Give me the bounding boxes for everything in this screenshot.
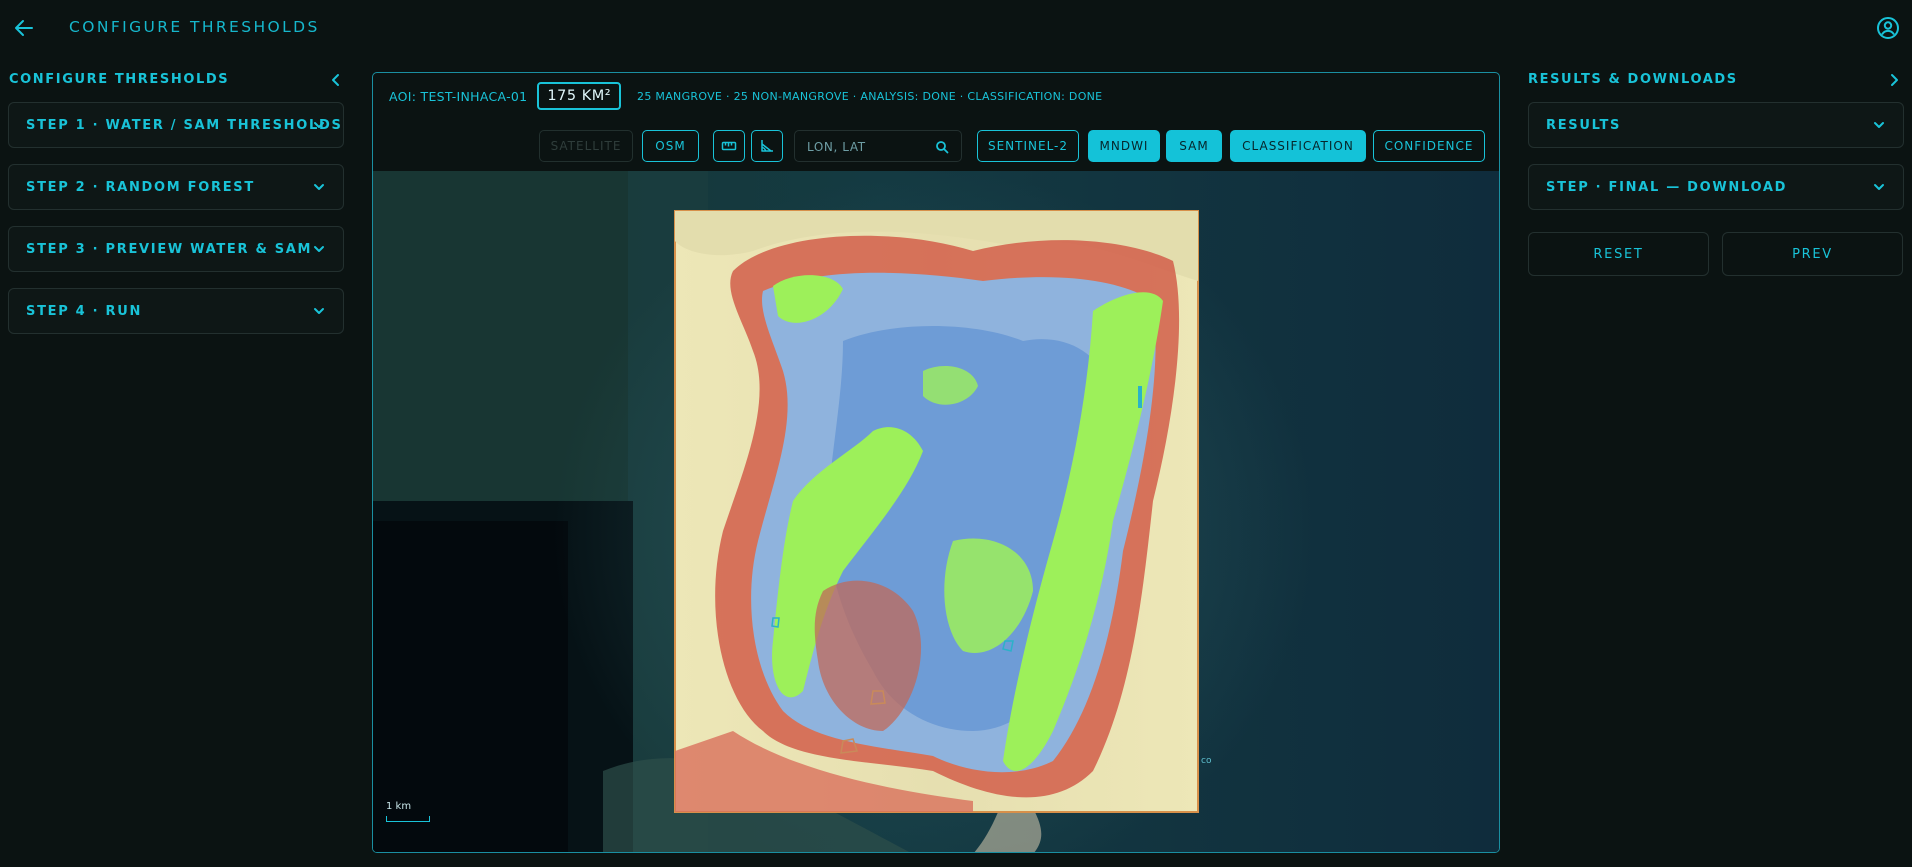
- measure-distance-button[interactable]: [713, 130, 745, 162]
- results-accordion[interactable]: RESULTS: [1528, 102, 1904, 148]
- classification-layer-button[interactable]: CLASSIFICATION: [1230, 130, 1366, 162]
- map-panel: AOI: TEST-INHACA-01 175 KM² 25 MANGROVE …: [372, 72, 1500, 853]
- classification-raster: [674, 210, 1199, 813]
- ruler-icon: [721, 141, 737, 151]
- osm-basemap-button[interactable]: OSM: [642, 130, 699, 162]
- user-circle-icon: [1877, 17, 1899, 39]
- analysis-status: 25 MANGROVE · 25 NON-MANGROVE · ANALYSIS…: [637, 89, 1103, 103]
- chevron-down-icon: [1874, 122, 1884, 128]
- mndwi-layer-button[interactable]: MNDWI: [1088, 130, 1160, 162]
- area-badge: 175 KM²: [537, 82, 622, 110]
- collapse-right-panel-button[interactable]: [1884, 70, 1904, 90]
- chevron-down-icon: [314, 308, 324, 314]
- collapse-left-panel-button[interactable]: [326, 70, 346, 90]
- aoi-label: AOI: TEST-INHACA-01: [389, 88, 528, 104]
- measure-area-button[interactable]: [751, 130, 783, 162]
- scale-label: 1 km: [386, 801, 412, 812]
- map-canvas[interactable]: co 1 km: [373, 171, 1499, 852]
- angle-icon: [761, 140, 773, 152]
- results-label: RESULTS: [1546, 118, 1622, 133]
- chevron-down-icon: [314, 184, 324, 190]
- arrow-left-icon: [15, 20, 33, 36]
- satellite-basemap-button[interactable]: SATELLITE: [539, 130, 633, 162]
- coordinate-search: [794, 130, 962, 162]
- chevron-right-icon: [1891, 74, 1898, 86]
- chevron-down-icon: [314, 122, 324, 128]
- configure-panel-title: CONFIGURE THRESHOLDS: [9, 72, 230, 87]
- reset-button[interactable]: RESET: [1528, 232, 1709, 276]
- confidence-layer-button[interactable]: CONFIDENCE: [1373, 130, 1485, 162]
- user-account-button[interactable]: [1876, 16, 1900, 40]
- final-download-label: STEP · FINAL — DOWNLOAD: [1546, 180, 1788, 195]
- chevron-down-icon: [314, 246, 324, 252]
- scale-bar-line: [386, 816, 430, 822]
- step-1-accordion[interactable]: STEP 1 · WATER / SAM THRESHOLDS: [8, 102, 344, 148]
- step-2-label: STEP 2 · RANDOM FOREST: [26, 180, 255, 195]
- map-imagery: [373, 171, 1499, 852]
- step-4-label: STEP 4 · RUN: [26, 304, 143, 319]
- sentinel-2-layer-button[interactable]: SENTINEL-2: [977, 130, 1079, 162]
- prev-button[interactable]: PREV: [1722, 232, 1903, 276]
- search-icon[interactable]: [935, 140, 949, 154]
- map-scale-bar: 1 km: [386, 801, 430, 822]
- aoi-info-row: AOI: TEST-INHACA-01 175 KM² 25 MANGROVE …: [389, 81, 1102, 111]
- chevron-left-icon: [332, 74, 339, 86]
- step-1-label: STEP 1 · WATER / SAM THRESHOLDS: [26, 118, 343, 133]
- back-button[interactable]: [12, 16, 36, 40]
- step-3-label: STEP 3 · PREVIEW WATER & SAM: [26, 242, 313, 257]
- final-download-accordion[interactable]: STEP · FINAL — DOWNLOAD: [1528, 164, 1904, 210]
- top-bar: CONFIGURE THRESHOLDS: [0, 0, 1912, 56]
- page-title: CONFIGURE THRESHOLDS: [69, 18, 320, 36]
- step-3-accordion[interactable]: STEP 3 · PREVIEW WATER & SAM: [8, 226, 344, 272]
- map-stray-label: co: [1201, 756, 1212, 766]
- results-panel-title: RESULTS & DOWNLOADS: [1528, 72, 1738, 87]
- step-4-accordion[interactable]: STEP 4 · RUN: [8, 288, 344, 334]
- chevron-down-icon: [1874, 184, 1884, 190]
- step-2-accordion[interactable]: STEP 2 · RANDOM FOREST: [8, 164, 344, 210]
- coordinate-search-input[interactable]: [807, 138, 927, 156]
- sam-layer-button[interactable]: SAM: [1166, 130, 1222, 162]
